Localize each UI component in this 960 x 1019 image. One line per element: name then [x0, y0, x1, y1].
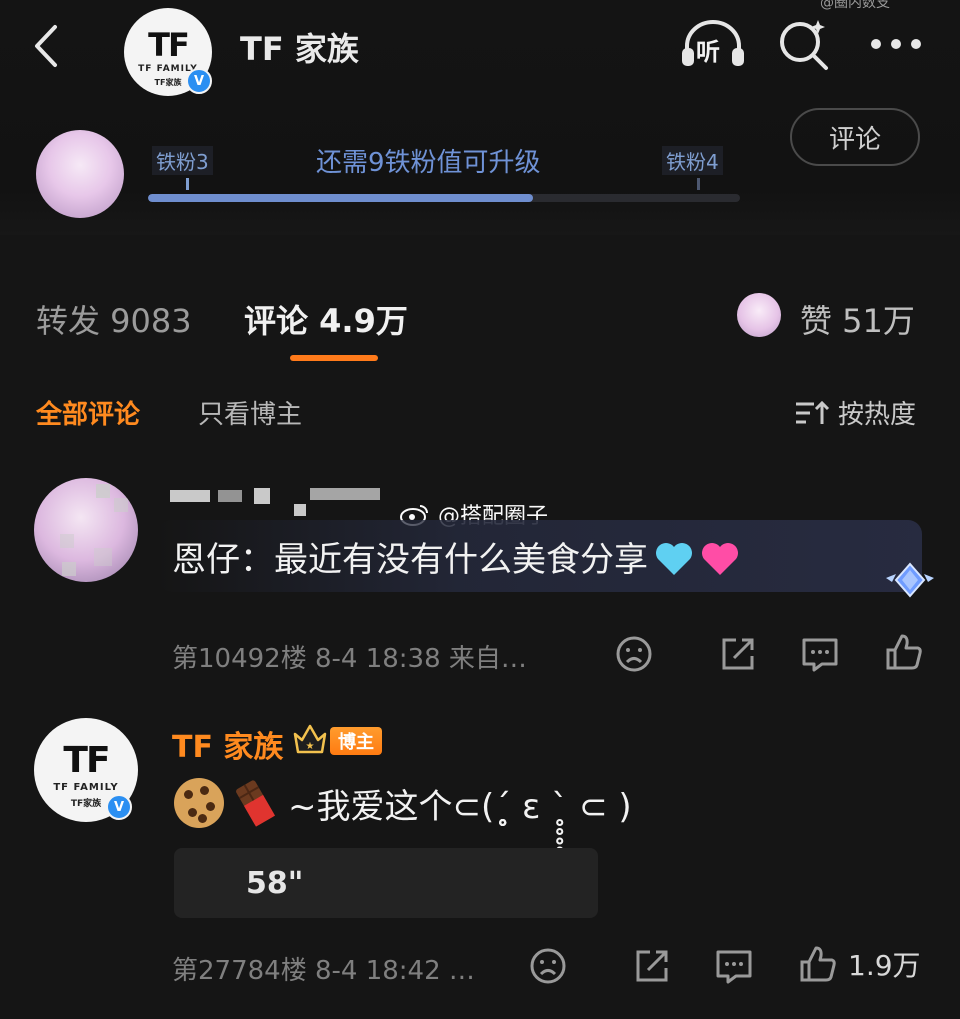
logo-mark: TF: [148, 26, 190, 64]
sort-icon: [796, 400, 830, 424]
tab-likes[interactable]: 赞 51万: [800, 296, 915, 342]
reply-button[interactable]: [800, 634, 840, 674]
active-tab-indicator: [290, 355, 378, 361]
commenter-avatar[interactable]: [34, 478, 138, 582]
host-badge: 博主: [330, 727, 382, 755]
comment-icon: [802, 638, 838, 672]
share-button[interactable]: [632, 946, 672, 986]
crown-icon: ★: [293, 724, 327, 754]
search-button[interactable]: [776, 16, 832, 72]
comment-body: ~我爱这个⊂(ˊ̥̥̥̥̥ ε ˋ̥̥̥̥̥ ⊂ ): [288, 786, 632, 827]
reply-button[interactable]: [714, 946, 754, 986]
svg-text:★: ★: [306, 741, 315, 752]
like-button[interactable]: [884, 632, 924, 672]
voice-message[interactable]: 58": [174, 848, 598, 918]
more-icon: [871, 39, 921, 49]
comment-button[interactable]: 评论: [790, 108, 920, 166]
sort-by-popularity[interactable]: 按热度: [794, 394, 916, 431]
verified-badge-icon: V: [186, 68, 212, 94]
channel-name[interactable]: TF 家族: [240, 24, 359, 70]
channel-avatar[interactable]: TF TF FAMILY TF家族 V: [124, 8, 212, 96]
like-button[interactable]: 1.9万: [798, 944, 921, 984]
tab-comments[interactable]: 评论 4.9万: [244, 296, 408, 342]
host-comment-text: ~我爱这个⊂(ˊ̥̥̥̥̥ ε ˋ̥̥̥̥̥ ⊂ ): [174, 778, 632, 828]
like-count: 1.9万: [848, 949, 921, 982]
comment-icon: [716, 950, 752, 984]
thumbs-up-icon: [800, 946, 836, 982]
logo-mark: TF: [63, 740, 110, 781]
filter-host-only[interactable]: 只看博主: [198, 394, 302, 431]
more-button[interactable]: [866, 26, 926, 62]
share-icon: [636, 950, 668, 982]
pink-heart-icon: [702, 543, 738, 575]
sort-label: 按热度: [838, 400, 917, 430]
listen-label: 听: [696, 38, 720, 66]
sad-face-icon: [616, 636, 652, 672]
fan-level-message: 还需9铁粉值可升级: [316, 148, 541, 178]
current-fan-level: 铁粉3: [152, 146, 213, 175]
listen-button[interactable]: 听: [678, 18, 748, 70]
share-icon: [722, 638, 754, 670]
chocolate-emoji-icon: [236, 780, 276, 827]
user-avatar[interactable]: [36, 130, 124, 218]
tab-repost[interactable]: 转发 9083: [36, 296, 192, 342]
next-fan-level: 铁粉4: [662, 146, 723, 175]
like-avatar: [737, 293, 781, 337]
sad-face-icon: [530, 948, 566, 984]
reaction-button[interactable]: [528, 946, 568, 986]
thumbs-up-icon: [886, 634, 922, 670]
host-avatar[interactable]: TF TF FAMILY TF家族 V: [34, 718, 138, 822]
share-button[interactable]: [718, 634, 758, 674]
level-marker: [186, 178, 189, 190]
comment-body: 恩仔：最近有没有什么美食分享: [172, 540, 648, 580]
logo-subtitle: TF FAMILY: [53, 782, 119, 793]
host-name[interactable]: TF 家族: [172, 722, 283, 766]
back-button[interactable]: [22, 20, 70, 72]
top-watermark: @圈内数支: [820, 0, 890, 11]
chevron-left-icon: [35, 25, 57, 67]
reaction-button[interactable]: [614, 634, 654, 674]
voice-duration: 58": [246, 866, 304, 901]
blue-heart-icon: [656, 543, 692, 575]
comment-meta: 第10492楼 8-4 18:38 来自…: [172, 644, 527, 674]
cookie-emoji-icon: [174, 778, 224, 828]
level-marker: [697, 178, 700, 190]
verified-badge-icon: V: [106, 794, 132, 820]
comment-meta: 第27784楼 8-4 18:42 …: [172, 956, 475, 986]
comment-text: 恩仔：最近有没有什么美食分享: [172, 532, 740, 581]
gem-decoration-icon: [886, 562, 934, 598]
fan-progress-fill: [148, 194, 533, 202]
search-icon: [780, 20, 828, 70]
filter-all-comments[interactable]: 全部评论: [36, 394, 140, 431]
fan-progress-bar: [148, 194, 740, 202]
